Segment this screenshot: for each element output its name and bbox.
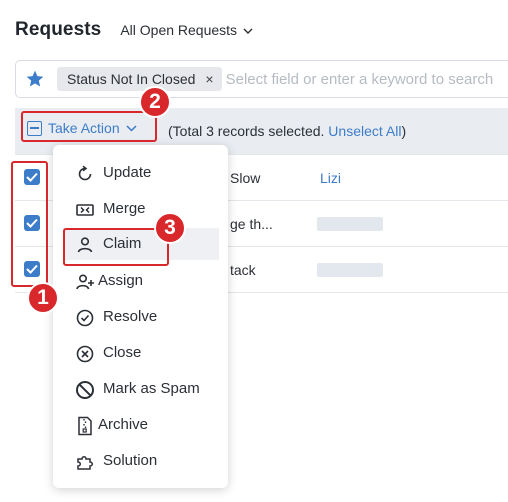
menu-item-label: Update [103, 164, 152, 181]
annotation-box-checkboxes [11, 161, 48, 287]
redacted-technician [317, 263, 383, 277]
menu-item-resolve[interactable]: Resolve [53, 301, 228, 333]
star-icon[interactable] [25, 69, 45, 89]
check-circle-icon [76, 309, 94, 327]
search-input[interactable] [225, 70, 508, 88]
annotation-badge-1: 1 [27, 282, 59, 314]
menu-item-label: Archive [98, 416, 149, 433]
x-circle-icon [76, 345, 94, 363]
view-selector[interactable]: All Open Requests [120, 22, 253, 38]
ban-icon [76, 381, 94, 399]
menu-item-label: Assign [98, 272, 144, 289]
menu-item-label: Merge [103, 200, 146, 217]
chevron-down-icon [243, 28, 253, 34]
archive-file-icon [78, 416, 92, 436]
subject-cell[interactable]: Slow [230, 170, 260, 186]
merge-icon [76, 204, 94, 216]
annotation-badge-3: 3 [154, 212, 186, 244]
view-selector-label: All Open Requests [120, 22, 238, 38]
subject-cell[interactable]: ge th... [230, 216, 273, 232]
menu-item-update[interactable]: Update [53, 157, 228, 189]
menu-item-mark-as-spam[interactable]: Mark as Spam [53, 373, 228, 405]
filter-chip[interactable]: Status Not In Closed × [57, 67, 222, 91]
annotation-box-take-action [21, 111, 157, 142]
redacted-technician [317, 217, 383, 231]
menu-item-label: Solution [103, 452, 158, 469]
selection-text: (Total 3 records selected. [168, 123, 329, 139]
page-header: Requests All Open Requests [15, 19, 253, 41]
menu-item-close[interactable]: Close [53, 337, 228, 369]
menu-item-solution[interactable]: Solution [53, 445, 228, 477]
user-plus-icon [76, 274, 94, 290]
page-title: Requests [15, 19, 102, 40]
selection-info: (Total 3 records selected. Unselect All) [168, 123, 406, 139]
subject-cell[interactable]: tack [230, 262, 256, 278]
menu-item-label: Mark as Spam [103, 380, 200, 397]
annotation-badge-2: 2 [139, 86, 171, 118]
selection-end: ) [401, 123, 407, 139]
filter-bar: Status Not In Closed × [15, 60, 508, 98]
menu-item-label: Resolve [103, 308, 158, 325]
unselect-all-link[interactable]: Unselect All [328, 123, 401, 139]
puzzle-icon [77, 456, 93, 470]
close-icon[interactable]: × [205, 72, 213, 86]
filter-chip-label: Status Not In Closed [67, 71, 196, 87]
annotation-box-claim [63, 228, 169, 266]
menu-item-archive[interactable]: Archive [53, 409, 228, 441]
menu-item-assign[interactable]: Assign [53, 265, 228, 297]
refresh-icon [78, 165, 92, 181]
menu-item-label: Close [103, 344, 142, 361]
menu-item-merge[interactable]: Merge [53, 193, 228, 225]
technician-cell[interactable]: Lizi [320, 170, 341, 186]
take-action-menu: Update Merge Claim Assign Resolve Close … [53, 145, 228, 488]
